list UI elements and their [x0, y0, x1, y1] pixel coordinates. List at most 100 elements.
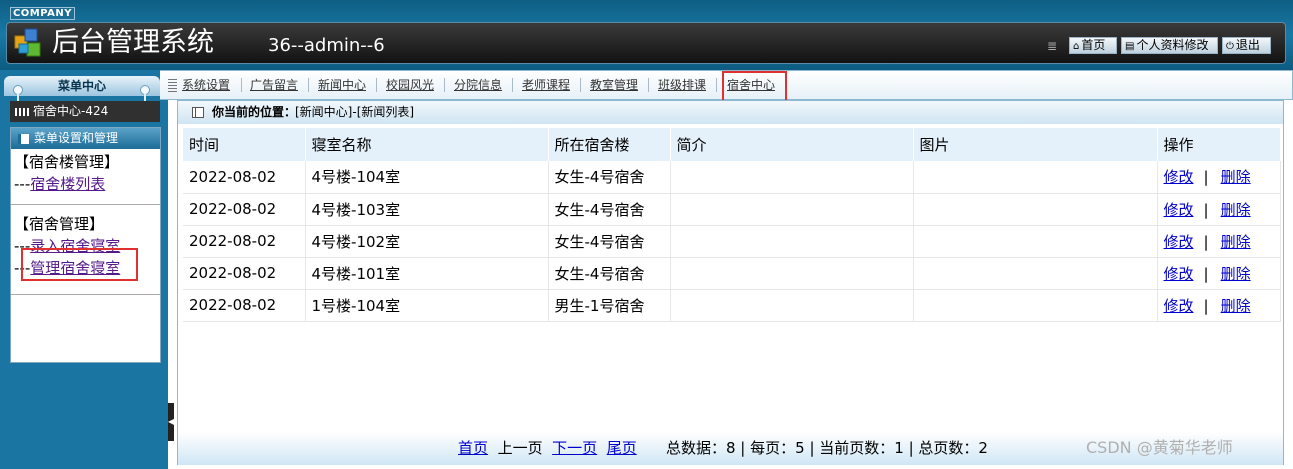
delete-link[interactable]: 删除: [1221, 233, 1251, 251]
cell-image: [913, 257, 1158, 290]
cell-actions: 修改 | 删除: [1157, 161, 1281, 194]
delete-link[interactable]: 删除: [1221, 168, 1251, 186]
sidebar-link-building-list: ---宿舍楼列表: [14, 173, 160, 195]
tab-branch-info[interactable]: 分院信息: [454, 78, 502, 92]
delete-link[interactable]: 删除: [1221, 201, 1251, 219]
book-icon: [18, 133, 29, 144]
window-icon: [192, 107, 204, 118]
sidebar-group-building: 【宿舍楼管理】 ---宿舍楼列表: [11, 149, 160, 201]
action-separator: |: [1203, 200, 1209, 219]
pagination-links: 首页 上一页 下一页 尾页: [458, 434, 637, 462]
cell-time: 2022-08-02: [183, 257, 306, 290]
column-header: 时间: [183, 128, 306, 161]
tab-news-center[interactable]: 新闻中心: [318, 78, 366, 92]
table-row: 2022-08-02 4号楼-103室 女生-4号宿舍 修改 | 删除: [183, 193, 1281, 226]
edit-link[interactable]: 修改: [1164, 265, 1194, 283]
highlight-box: [21, 248, 138, 281]
cell-building: 女生-4号宿舍: [548, 257, 671, 290]
link-prefix: ---: [14, 175, 31, 193]
divider: [376, 78, 377, 92]
profile-edit-button[interactable]: ▤ 个人资料修改: [1121, 37, 1218, 54]
sidebar-group-title: 【宿舍管理】: [14, 215, 105, 233]
cell-actions: 修改 | 删除: [1157, 257, 1281, 290]
action-separator: |: [1203, 232, 1209, 251]
cell-time: 2022-08-02: [183, 225, 306, 258]
cell-room: 1号楼-104室: [305, 289, 549, 322]
tab-teacher-courses[interactable]: 老师课程: [522, 78, 570, 92]
power-icon: ⏻: [1226, 41, 1234, 52]
grid-icon: [15, 107, 29, 116]
column-header: 所在宿舍楼: [548, 128, 671, 161]
divider: [11, 294, 160, 295]
next-page-link[interactable]: 下一页: [552, 439, 597, 457]
sidebar-group-title: 【宿舍楼管理】: [14, 153, 120, 171]
delete-link[interactable]: 删除: [1221, 297, 1251, 315]
user-info: 36--admin--6: [268, 35, 385, 56]
last-page-link[interactable]: 尾页: [607, 439, 637, 457]
watermark: CSDN @黄菊华老师: [1086, 438, 1233, 457]
column-header: 操作: [1157, 128, 1281, 161]
table-row: 2022-08-02 4号楼-104室 女生-4号宿舍 修改 | 删除: [183, 161, 1281, 194]
divider: [716, 78, 717, 92]
cell-intro: [670, 289, 914, 322]
home-button[interactable]: ⌂ 首页: [1069, 37, 1117, 54]
delete-link[interactable]: 删除: [1221, 265, 1251, 283]
breadcrumb-label: 你当前的位置：: [212, 105, 297, 119]
tab-campus-scenery[interactable]: 校园风光: [386, 78, 434, 92]
cell-room: 4号楼-104室: [305, 161, 549, 194]
sidebar-active-module[interactable]: 宿舍中心-424: [10, 101, 160, 122]
menu-center-title: 菜单中心: [4, 76, 160, 96]
top-nav: 系统设置 广告留言 新闻中心 校园风光 分院信息 老师课程 教室管理 班级排课 …: [160, 70, 1293, 106]
edit-link[interactable]: 修改: [1164, 168, 1194, 186]
home-button-label: 首页: [1081, 38, 1106, 52]
main-panel: 你当前的位置： [新闻中心]-[新闻列表] 时间 寝室名称 所在宿舍楼 简介 图…: [177, 100, 1284, 465]
table-row: 2022-08-02 4号楼-101室 女生-4号宿舍 修改 | 删除: [183, 257, 1281, 290]
cell-room: 4号楼-102室: [305, 225, 549, 258]
column-header: 简介: [670, 128, 914, 161]
divider: [308, 78, 309, 92]
cell-intro: [670, 161, 914, 194]
edit-link[interactable]: 修改: [1164, 233, 1194, 251]
sidebar-panel-header: 菜单设置和管理: [11, 128, 160, 149]
house-icon: ⌂: [1073, 41, 1080, 52]
logout-button-label: 退出: [1235, 38, 1260, 52]
cell-building: 女生-4号宿舍: [548, 193, 671, 226]
action-separator: |: [1203, 168, 1209, 187]
cell-time: 2022-08-02: [183, 289, 306, 322]
sidebar-menu-panel: 菜单设置和管理 【宿舍楼管理】 ---宿舍楼列表 【宿舍管理】 ---录入宿舍寝…: [10, 127, 161, 363]
logout-button[interactable]: ⏻ 退出: [1222, 37, 1271, 54]
edit-link[interactable]: 修改: [1164, 201, 1194, 219]
cell-actions: 修改 | 删除: [1157, 193, 1281, 226]
first-page-link[interactable]: 首页: [458, 439, 488, 457]
cell-intro: [670, 193, 914, 226]
tab-classroom-mgmt[interactable]: 教室管理: [590, 78, 638, 92]
cell-building: 女生-4号宿舍: [548, 161, 671, 194]
table-row: 2022-08-02 4号楼-102室 女生-4号宿舍 修改 | 删除: [183, 225, 1281, 258]
divider: [648, 78, 649, 92]
table-header-row: 时间 寝室名称 所在宿舍楼 简介 图片 操作: [183, 128, 1281, 161]
sidebar-panel-title: 菜单设置和管理: [34, 131, 119, 145]
sidebar-collapse-handle[interactable]: ◀: [168, 403, 174, 441]
cell-image: [913, 161, 1158, 194]
sidebar: 菜单中心 宿舍中心-424 菜单设置和管理 【宿舍楼管理】 ---宿舍楼列表 【…: [0, 70, 168, 469]
breadcrumb-path: [新闻中心]-[新闻列表]: [295, 105, 415, 119]
cell-time: 2022-08-02: [183, 193, 306, 226]
divider: [241, 78, 242, 92]
cell-time: 2022-08-02: [183, 161, 306, 194]
building-list-link[interactable]: 宿舍楼列表: [30, 175, 105, 193]
cell-building: 男生-1号宿舍: [548, 289, 671, 322]
divider: [444, 78, 445, 92]
system-title: 后台管理系统: [52, 27, 214, 58]
dorm-room-table: 时间 寝室名称 所在宿舍楼 简介 图片 操作 2022-08-02 4号楼-10…: [183, 128, 1281, 322]
cell-room: 4号楼-101室: [305, 257, 549, 290]
tab-class-schedule[interactable]: 班级排课: [658, 78, 706, 92]
pagination-stats: 总数据：8 | 每页：5 | 当前页数：1 | 总页数：2: [666, 439, 988, 457]
tab-ads-messages[interactable]: 广告留言: [250, 78, 298, 92]
cubes-logo-icon: [14, 28, 41, 57]
edit-link[interactable]: 修改: [1164, 297, 1194, 315]
action-separator: |: [1203, 296, 1209, 315]
cell-actions: 修改 | 删除: [1157, 289, 1281, 322]
tab-system-settings[interactable]: 系统设置: [182, 78, 230, 92]
divider: [512, 78, 513, 92]
app-header: COMPANY 后台管理系统 36--admin--6 ≣ ⌂ 首页 ▤ 个人资料修…: [0, 0, 1293, 70]
